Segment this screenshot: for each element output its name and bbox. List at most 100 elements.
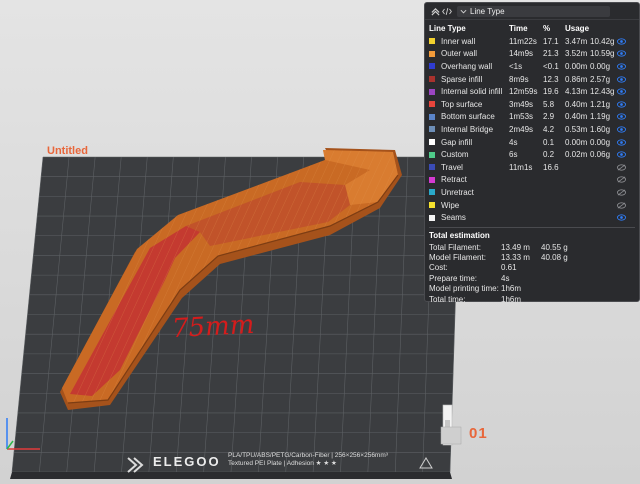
row-length: 0.00m bbox=[565, 61, 588, 71]
row-percent: 2.9 bbox=[543, 112, 555, 122]
row-name: Inner wall bbox=[441, 36, 476, 46]
row-percent: 21.3 bbox=[543, 49, 559, 59]
row-percent: 12.3 bbox=[543, 74, 559, 84]
row-time: <1s bbox=[509, 61, 523, 71]
estimation-value: 13.33 m bbox=[501, 252, 530, 262]
plate-logo-text: ELEGOO bbox=[153, 454, 221, 469]
row-percent: 16.6 bbox=[543, 162, 559, 172]
line-type-legend-panel: Line Type Line Type Time % Usage Inner w… bbox=[424, 2, 640, 304]
legend-row-custom[interactable]: Custom 6s 0.2 0.02m 0.06g bbox=[425, 148, 639, 161]
row-mass: 2.57g bbox=[590, 74, 611, 84]
plate-spec-line1: PLA/TPU/ABS/PETG/Carbon-Fiber | 256×256×… bbox=[228, 452, 388, 459]
legend-row-retract[interactable]: Retract bbox=[425, 174, 639, 187]
plate-title[interactable]: Untitled bbox=[47, 145, 88, 157]
estimation-list: Total Filament: 13.49 m 40.55 g Model Fila… bbox=[425, 242, 639, 304]
code-icon[interactable] bbox=[441, 5, 453, 17]
row-name: Internal solid infill bbox=[441, 87, 503, 97]
eye-icon[interactable] bbox=[617, 138, 626, 146]
column-header-percent: % bbox=[543, 24, 551, 33]
eye-slash-icon[interactable] bbox=[617, 164, 626, 171]
estimation-value: 1h6m bbox=[501, 294, 522, 304]
color-swatch bbox=[429, 76, 435, 83]
legend-row-seams[interactable]: Seams bbox=[425, 211, 639, 224]
estimation-title: Total estimation bbox=[429, 230, 490, 240]
legend-row-wipe[interactable]: Wipe bbox=[425, 199, 639, 212]
row-percent: 4.2 bbox=[543, 124, 555, 134]
row-time: 8m9s bbox=[509, 74, 529, 84]
row-percent: 0.2 bbox=[543, 150, 555, 160]
color-swatch bbox=[429, 88, 435, 95]
row-length: 0.02m bbox=[565, 150, 588, 160]
chevron-up-icon[interactable] bbox=[429, 5, 441, 17]
estimation-row-model-filament: Model Filament: 13.33 m 40.08 g bbox=[425, 252, 639, 262]
row-percent: 19.6 bbox=[543, 87, 559, 97]
legend-rows: Inner wall 11m22s 17.1 3.47m 10.42g Outer wa… bbox=[425, 35, 639, 224]
row-name: Sparse infill bbox=[441, 74, 483, 84]
row-name: Retract bbox=[441, 175, 467, 185]
row-name: Seams bbox=[441, 213, 466, 223]
row-name: Top surface bbox=[441, 99, 483, 109]
eye-icon[interactable] bbox=[617, 88, 626, 95]
legend-row-inner-wall[interactable]: Inner wall 11m22s 17.1 3.47m 10.42g bbox=[425, 35, 639, 48]
color-swatch bbox=[429, 113, 435, 120]
eye-icon[interactable] bbox=[617, 126, 626, 133]
estimation-row-model-printing-time: Model printing time: 1h6m bbox=[425, 283, 639, 293]
estimation-row-total-filament: Total Filament: 13.49 m 40.55 g bbox=[425, 242, 639, 252]
estimation-row-cost: Cost: 0.61 bbox=[425, 263, 639, 273]
legend-row-bottom-surface[interactable]: Bottom surface 1m53s 2.9 0.40m 1.19g bbox=[425, 111, 639, 124]
row-mass: 12.43g bbox=[590, 87, 615, 97]
row-mass: 10.59g bbox=[590, 49, 615, 59]
eye-icon[interactable] bbox=[617, 151, 626, 158]
row-percent: 17.1 bbox=[543, 36, 559, 46]
legend-row-outer-wall[interactable]: Outer wall 14m9s 21.3 3.52m 10.59g bbox=[425, 48, 639, 61]
row-mass: 0.00g bbox=[590, 61, 611, 71]
estimation-value: 4s bbox=[501, 273, 510, 283]
legend-row-gap-infill[interactable]: Gap infill 4s 0.1 0.00m 0.00g bbox=[425, 136, 639, 149]
eye-icon[interactable] bbox=[617, 101, 626, 108]
handwritten-annotation: 75mm bbox=[171, 309, 256, 345]
legend-column-headers: Line Type Time % Usage bbox=[425, 22, 639, 35]
estimation-label: Total Filament: bbox=[429, 242, 482, 252]
color-swatch bbox=[429, 164, 435, 171]
column-header-time: Time bbox=[509, 24, 528, 33]
legend-row-sparse-infill[interactable]: Sparse infill 8m9s 12.3 0.86m 2.57g bbox=[425, 73, 639, 86]
legend-row-internal-bridge[interactable]: Internal Bridge 2m49s 4.2 0.53m 1.60g bbox=[425, 123, 639, 136]
color-swatch bbox=[429, 151, 435, 158]
legend-row-overhang-wall[interactable]: Overhang wall <1s <0.1 0.00m 0.00g bbox=[425, 60, 639, 73]
eye-slash-icon[interactable] bbox=[617, 201, 626, 209]
plate-spec-line2: Textured PEI Plate | Adhesion ★ ★ ★ bbox=[228, 460, 337, 467]
eye-slash-icon[interactable] bbox=[617, 189, 626, 196]
legend-row-travel[interactable]: Travel 11m1s 16.6 bbox=[425, 161, 639, 174]
eye-icon[interactable] bbox=[617, 75, 626, 83]
eye-icon[interactable] bbox=[617, 214, 626, 221]
row-length: 4.13m bbox=[565, 87, 588, 97]
legend-row-top-surface[interactable]: Top surface 3m49s 5.8 0.40m 1.21g bbox=[425, 98, 639, 111]
eye-icon[interactable] bbox=[617, 113, 626, 121]
plate-thumbnail-icon[interactable] bbox=[440, 426, 462, 445]
color-swatch bbox=[429, 126, 435, 133]
row-time: 3m49s bbox=[509, 99, 534, 109]
row-mass: 1.60g bbox=[590, 124, 611, 134]
view-type-dropdown-label: Line Type bbox=[470, 6, 505, 16]
legend-row-internal-solid-infill[interactable]: Internal solid infill 12m59s 19.6 4.13m 12.4… bbox=[425, 85, 639, 98]
view-type-dropdown[interactable]: Line Type bbox=[457, 5, 610, 17]
row-time: 11m1s bbox=[509, 162, 533, 172]
estimation-value-2: 40.55 g bbox=[541, 242, 568, 252]
color-swatch bbox=[429, 214, 435, 221]
estimation-value: 1h6m bbox=[501, 284, 522, 294]
legend-row-unretract[interactable]: Unretract bbox=[425, 186, 639, 199]
eye-icon[interactable] bbox=[617, 38, 626, 45]
eye-icon[interactable] bbox=[617, 50, 626, 58]
eye-slash-icon[interactable] bbox=[617, 176, 626, 183]
row-name: Travel bbox=[441, 162, 463, 172]
row-length: 0.86m bbox=[565, 74, 588, 84]
plate-number[interactable]: 01 bbox=[469, 425, 488, 442]
color-swatch bbox=[429, 139, 435, 146]
row-length: 0.53m bbox=[565, 124, 588, 134]
column-header-usage: Usage bbox=[565, 24, 590, 33]
row-name: Overhang wall bbox=[441, 61, 493, 71]
row-name: Gap infill bbox=[441, 137, 473, 147]
eye-icon[interactable] bbox=[617, 63, 626, 70]
row-name: Unretract bbox=[441, 187, 474, 197]
row-time: 14m9s bbox=[509, 49, 534, 59]
